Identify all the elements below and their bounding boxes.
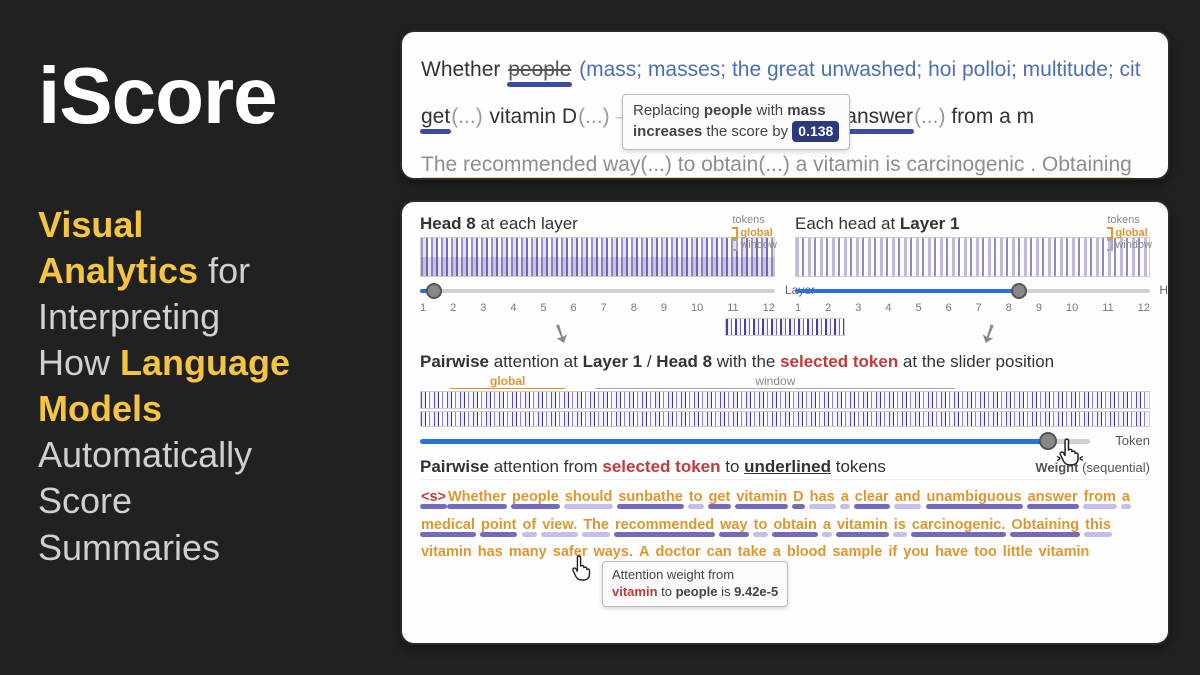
head-ticks: 123456789101112 (795, 302, 1150, 314)
replacement-tooltip: Replacing people with mass increases the… (622, 94, 850, 150)
attention-strip-global[interactable] (420, 391, 1150, 409)
pairwise-title: Pairwise attention at Layer 1 / Head 8 w… (420, 352, 1150, 372)
global-window-brackets: global window (450, 374, 1150, 389)
brand-title: iScore (38, 50, 378, 142)
connector-row: ➘ ➘ (420, 318, 1150, 348)
mini-attention-strip (725, 318, 845, 336)
replaced-token[interactable]: people (507, 58, 572, 81)
attention-weight-tooltip: Attention weight from vitamin to people … (602, 561, 788, 607)
head8-per-layer-block: Head 8 at each layer tokens global windo… (420, 214, 775, 314)
synonym-list[interactable]: (mass; masses; the great unwashed; hoi p… (578, 58, 1141, 81)
pointer-cursor-icon (570, 554, 594, 587)
axis-label-head: Head (1159, 283, 1170, 299)
arrow-icon: ➘ (973, 315, 1006, 352)
layer-slider[interactable]: Layer (420, 281, 775, 301)
attention-panel: Head 8 at each layer tokens global windo… (400, 200, 1170, 645)
arrow-icon: ➘ (544, 315, 577, 352)
score-delta-badge: 0.138 (792, 121, 839, 142)
token-replacement-panel: Whether people (mass; masses; the great … (400, 30, 1170, 180)
sentence-line-1: Whether people (mass; masses; the great … (420, 46, 1150, 93)
pairwise-from-to-title: Pairwise attention from selected token t… (420, 457, 886, 477)
heads-at-layer1-block: Each head at Layer 1 tokens global windo… (795, 214, 1150, 314)
head-slider[interactable]: Head (795, 281, 1150, 301)
token-slider[interactable]: Token (420, 429, 1150, 453)
layer-ticks: 123456789101112 (420, 302, 775, 314)
axis-label-token: Token (1115, 433, 1150, 448)
drag-cursor-icon (1055, 437, 1085, 472)
heatmap-row-labels: tokens global window (732, 214, 777, 252)
token-attention-text[interactable]: <s>Whether people should sunbathe to get… (420, 479, 1150, 559)
heatmap-layer1[interactable] (795, 237, 1150, 277)
attention-strip-window[interactable] (420, 411, 1150, 427)
weight-legend: Weight (sequential) (1035, 460, 1150, 475)
heatmap-row-labels: tokens global window (1107, 214, 1152, 252)
slider-thumb[interactable] (426, 283, 442, 299)
heatmap-head8[interactable] (420, 237, 775, 277)
tagline: Visual Analytics for Interpreting How La… (38, 202, 378, 571)
slider-thumb[interactable] (1011, 283, 1027, 299)
slider-thumb[interactable] (1039, 432, 1057, 450)
